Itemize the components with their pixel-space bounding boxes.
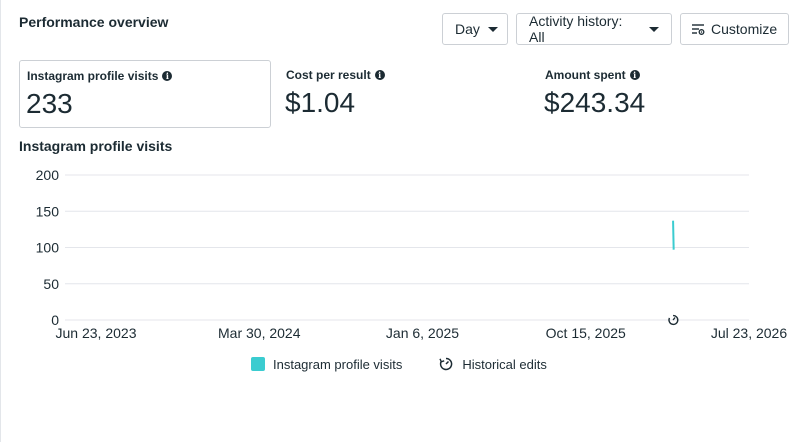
- y-tick-label: 150: [36, 203, 60, 219]
- x-tick-label: Mar 30, 2024: [218, 325, 301, 341]
- customize-label: Customize: [711, 21, 778, 37]
- metric-label: Amount spent: [545, 68, 626, 82]
- info-icon[interactable]: i: [629, 70, 640, 80]
- historical-edits-icon: [439, 357, 453, 371]
- x-tick-label: Jul 23, 2026: [711, 325, 787, 341]
- y-tick-label: 100: [36, 240, 60, 256]
- metric-label-row: Amount spent i: [545, 68, 640, 82]
- chevron-down-icon: [487, 26, 498, 32]
- day-dropdown[interactable]: Day: [442, 13, 508, 45]
- metric-value: 233: [26, 88, 73, 119]
- metric-card-amount-spent[interactable]: Amount spent i $243.34: [538, 60, 788, 128]
- metric-label: Cost per result: [286, 68, 371, 82]
- activity-history-dropdown[interactable]: Activity history: All: [516, 13, 672, 45]
- metric-value: $243.34: [544, 87, 646, 118]
- customize-button[interactable]: Customize: [680, 13, 789, 45]
- info-icon[interactable]: i: [162, 71, 173, 81]
- series-line: [672, 220, 675, 250]
- info-icon[interactable]: i: [374, 70, 385, 80]
- metric-label-row: Instagram profile visits i: [27, 69, 173, 83]
- performance-overview-panel: Performance overview Day Activity histor…: [0, 0, 811, 442]
- metric-label-row: Cost per result i: [286, 68, 385, 82]
- chart-legend: Instagram profile visits Historical edit…: [251, 356, 547, 372]
- activity-history-label: Activity history: All: [529, 13, 623, 45]
- metric-label: Instagram profile visits: [27, 69, 159, 83]
- metric-card-cost-per-result[interactable]: Cost per result i $1.04: [279, 60, 529, 128]
- customize-icon: [692, 24, 705, 35]
- legend-item-historical-edits[interactable]: Historical edits: [438, 356, 547, 372]
- x-tick-label: Jan 6, 2025: [386, 325, 459, 341]
- x-tick-label: Oct 15, 2025: [546, 325, 626, 341]
- y-tick-label: 50: [43, 276, 59, 292]
- chart-title: Instagram profile visits: [19, 138, 173, 154]
- y-tick-label: 200: [36, 167, 60, 183]
- page-title: Performance overview: [19, 14, 169, 30]
- metric-value: $1.04: [285, 87, 356, 118]
- day-dropdown-label: Day: [455, 21, 480, 37]
- metric-card-profile-visits[interactable]: Instagram profile visits i 233: [19, 60, 271, 128]
- legend-edits-label: Historical edits: [462, 356, 547, 372]
- legend-swatch: [251, 357, 265, 371]
- chevron-down-icon: [649, 26, 659, 32]
- line-chart: 050100150200Jun 23, 2023 Mar 30, 2024 Jan …: [36, 167, 788, 341]
- legend-item-series[interactable]: Instagram profile visits: [251, 357, 402, 372]
- legend-series-label: Instagram profile visits: [273, 356, 403, 372]
- x-tick-label: Jun 23, 2023: [56, 325, 137, 341]
